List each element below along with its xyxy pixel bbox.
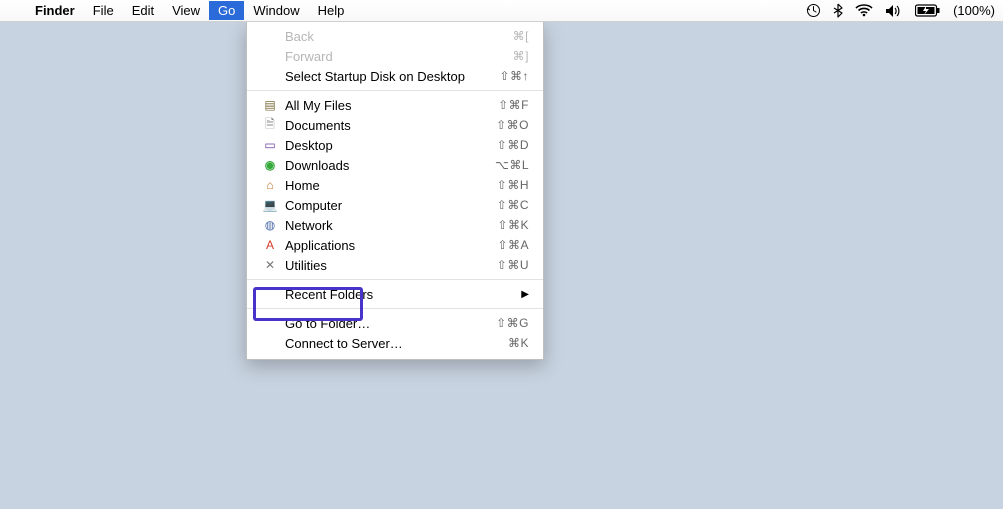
menu-item-shortcut: ⇧⌘↑ xyxy=(499,69,529,83)
menu-item-shortcut: ⌘K xyxy=(508,336,529,350)
menu-view[interactable]: View xyxy=(163,1,209,20)
all-my-files-icon: ▤ xyxy=(261,97,279,113)
menu-item-label: Back xyxy=(285,29,314,44)
menu-item-shortcut: ⇧⌘F xyxy=(498,98,529,112)
submenu-arrow-icon: ▶ xyxy=(521,289,529,300)
network-icon: ◍ xyxy=(261,217,279,233)
documents-icon: 🗎 xyxy=(261,117,279,133)
menubar-right: (100%) xyxy=(806,3,995,18)
menu-go[interactable]: Go xyxy=(209,1,244,20)
menu-item-label: Go to Folder… xyxy=(285,316,370,331)
menu-item-connect-to-server[interactable]: Connect to Server… ⌘K xyxy=(247,333,543,353)
menubar-left: Finder File Edit View Go Window Help xyxy=(14,1,353,20)
menu-item-label: Downloads xyxy=(285,158,349,173)
battery-percent-text: (100%) xyxy=(953,3,995,18)
menu-finder[interactable]: Finder xyxy=(26,1,84,20)
menu-item-shortcut: ⇧⌘G xyxy=(496,316,529,330)
menu-item-select-startup-disk[interactable]: Select Startup Disk on Desktop ⇧⌘↑ xyxy=(247,66,543,86)
go-menu-dropdown: Back ⌘[ Forward ⌘] Select Startup Disk o… xyxy=(246,22,544,360)
menu-item-desktop[interactable]: ▭ Desktop ⇧⌘D xyxy=(247,135,543,155)
menu-item-forward: Forward ⌘] xyxy=(247,46,543,66)
menu-item-label: Computer xyxy=(285,198,342,213)
menu-item-label: Desktop xyxy=(285,138,333,153)
menu-item-label: Recent Folders xyxy=(285,287,373,302)
menu-item-label: Home xyxy=(285,178,320,193)
menu-item-documents[interactable]: 🗎 Documents ⇧⌘O xyxy=(247,115,543,135)
bluetooth-icon[interactable] xyxy=(833,3,843,18)
menu-item-shortcut: ⇧⌘C xyxy=(497,198,529,212)
menu-file[interactable]: File xyxy=(84,1,123,20)
menu-item-shortcut: ⇧⌘A xyxy=(497,238,529,252)
menu-separator xyxy=(247,279,543,280)
menu-item-home[interactable]: ⌂ Home ⇧⌘H xyxy=(247,175,543,195)
menu-item-computer[interactable]: 💻 Computer ⇧⌘C xyxy=(247,195,543,215)
timemachine-icon[interactable] xyxy=(806,3,821,18)
spacer-icon xyxy=(261,335,279,351)
home-icon: ⌂ xyxy=(261,177,279,193)
menu-item-label: Applications xyxy=(285,238,355,253)
computer-icon: 💻 xyxy=(261,197,279,213)
menu-separator xyxy=(247,90,543,91)
menu-item-shortcut: ⇧⌘K xyxy=(497,218,529,232)
spacer-icon xyxy=(261,286,279,302)
wifi-icon[interactable] xyxy=(855,4,873,17)
menu-item-shortcut: ⌥⌘L xyxy=(495,158,529,172)
desktop-icon: ▭ xyxy=(261,137,279,153)
menu-item-utilities[interactable]: ✕ Utilities ⇧⌘U xyxy=(247,255,543,275)
menu-item-shortcut: ⇧⌘O xyxy=(496,118,529,132)
menu-item-shortcut: ⇧⌘U xyxy=(497,258,529,272)
menu-window[interactable]: Window xyxy=(244,1,308,20)
menu-item-back: Back ⌘[ xyxy=(247,26,543,46)
menu-item-label: Network xyxy=(285,218,333,233)
applications-icon: A xyxy=(261,237,279,253)
menu-item-shortcut: ⇧⌘D xyxy=(497,138,529,152)
menu-item-network[interactable]: ◍ Network ⇧⌘K xyxy=(247,215,543,235)
menu-item-label: Connect to Server… xyxy=(285,336,403,351)
menu-item-go-to-folder[interactable]: Go to Folder… ⇧⌘G xyxy=(247,313,543,333)
menu-item-label: Forward xyxy=(285,49,333,64)
battery-icon[interactable] xyxy=(915,4,941,17)
menu-item-label: All My Files xyxy=(285,98,351,113)
menu-item-applications[interactable]: A Applications ⇧⌘A xyxy=(247,235,543,255)
spacer-icon xyxy=(261,315,279,331)
downloads-icon: ◉ xyxy=(261,157,279,173)
menu-edit[interactable]: Edit xyxy=(123,1,163,20)
menu-item-downloads[interactable]: ◉ Downloads ⌥⌘L xyxy=(247,155,543,175)
spacer-icon xyxy=(261,28,279,44)
menu-separator xyxy=(247,308,543,309)
spacer-icon xyxy=(261,48,279,64)
menu-item-shortcut: ⌘[ xyxy=(513,29,529,43)
menu-item-shortcut: ⌘] xyxy=(513,49,529,63)
menu-item-label: Documents xyxy=(285,118,351,133)
menubar: Finder File Edit View Go Window Help (10… xyxy=(0,0,1003,22)
menu-item-shortcut: ⇧⌘H xyxy=(497,178,529,192)
menu-item-label: Utilities xyxy=(285,258,327,273)
menu-item-recent-folders[interactable]: Recent Folders ▶ xyxy=(247,284,543,304)
menu-item-all-my-files[interactable]: ▤ All My Files ⇧⌘F xyxy=(247,95,543,115)
menu-help[interactable]: Help xyxy=(309,1,354,20)
utilities-icon: ✕ xyxy=(261,257,279,273)
spacer-icon xyxy=(261,68,279,84)
volume-icon[interactable] xyxy=(885,4,903,18)
menu-item-label: Select Startup Disk on Desktop xyxy=(285,69,465,84)
